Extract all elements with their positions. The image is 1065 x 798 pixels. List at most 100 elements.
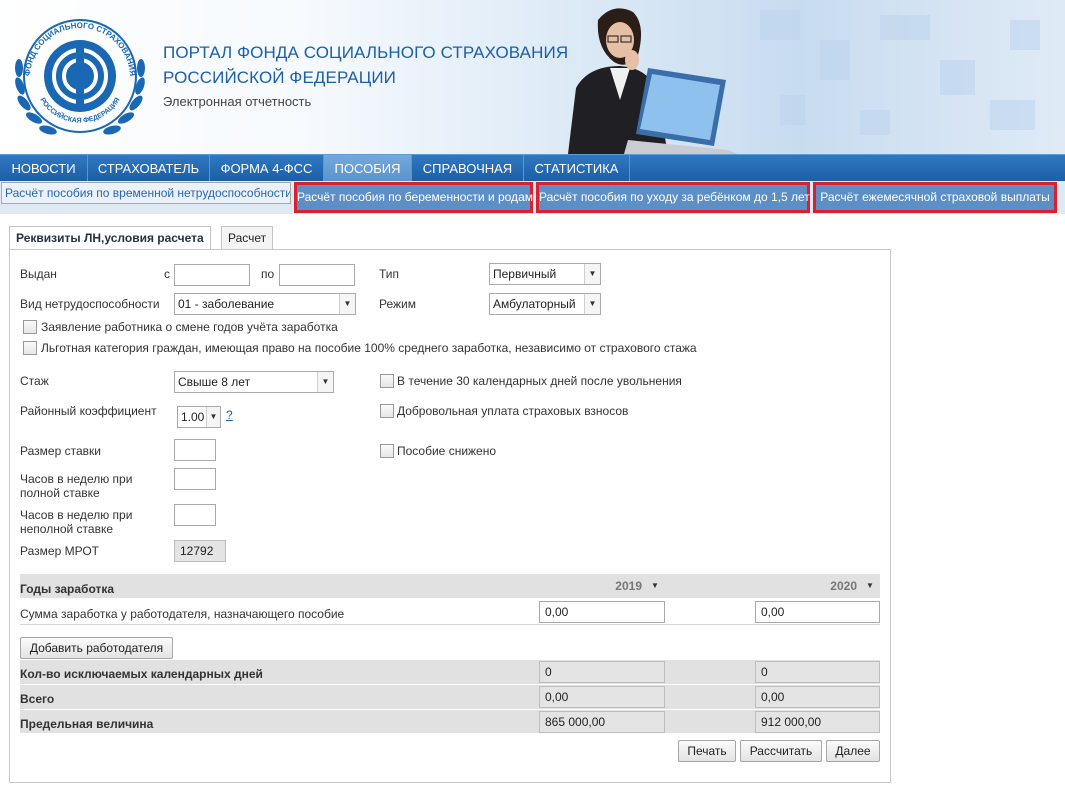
- hours-part-input[interactable]: [174, 504, 216, 526]
- header-decor: [940, 60, 975, 95]
- nav-reference[interactable]: СПРАВОЧНАЯ: [412, 155, 524, 181]
- chevron-down-icon: ▼: [317, 372, 333, 392]
- subtab-childcare[interactable]: Расчёт пособия по уходу за ребёнком до 1…: [536, 182, 810, 213]
- subtab-temporary-disability[interactable]: Расчёт пособия по временной нетрудоспосо…: [1, 182, 291, 204]
- nav-form-4fss[interactable]: ФОРМА 4-ФСС: [210, 155, 324, 181]
- hours-full-label-line2: полной ставке: [20, 486, 100, 500]
- issued-to-input[interactable]: [279, 264, 355, 286]
- subtab-monthly-insurance[interactable]: Расчёт ежемесячной страховой выплаты: [813, 182, 1057, 213]
- portal-title-line1: ПОРТАЛ ФОНДА СОЦИАЛЬНОГО СТРАХОВАНИЯ: [163, 43, 569, 62]
- experience-select[interactable]: Свыше 8 лет ▼: [174, 371, 334, 393]
- district-coef-label: Районный коэффициент: [20, 404, 157, 418]
- district-coef-value: 1.00: [181, 410, 205, 424]
- change-years-label: Заявление работника о смене годов учёта …: [41, 320, 338, 334]
- mrot-value: 12792: [174, 540, 226, 562]
- disability-type-select[interactable]: 01 - заболевание ▼: [174, 293, 356, 315]
- main-nav: НОВОСТИ СТРАХОВАТЕЛЬ ФОРМА 4-ФСС ПОСОБИЯ…: [0, 154, 1065, 181]
- excluded-days-2019: 0: [539, 661, 665, 683]
- header-decor: [990, 100, 1035, 130]
- subtab-pregnancy[interactable]: Расчёт пособия по беременности и родам: [294, 182, 533, 213]
- tab-calculation[interactable]: Расчет: [221, 226, 274, 250]
- mode-select-value: Амбулаторный: [493, 297, 576, 311]
- privileged-category-checkbox[interactable]: [23, 341, 37, 355]
- issued-from-input[interactable]: [174, 264, 250, 286]
- earnings-sum-2020-input[interactable]: 0,00: [755, 601, 880, 623]
- mrot-label: Размер МРОТ: [20, 544, 99, 558]
- hero-woman-laptop-image: [568, 8, 738, 154]
- issued-label: Выдан: [20, 267, 57, 281]
- hours-part-label: Часов в неделю при неполной ставке: [20, 508, 132, 536]
- limit-2019: 865 000,00: [539, 711, 665, 733]
- divider: [20, 684, 880, 685]
- issued-from-label: с: [164, 267, 170, 281]
- hours-full-input[interactable]: [174, 468, 216, 490]
- nav-benefits[interactable]: ПОСОБИЯ: [324, 155, 412, 181]
- divider: [20, 624, 880, 625]
- fss-logo: ФОНД СОЦИАЛЬНОГО СТРАХОВАНИЯ РОССИЙСКАЯ …: [15, 19, 145, 135]
- earnings-sum-2019-input[interactable]: 0,00: [539, 601, 665, 623]
- nav-news[interactable]: НОВОСТИ: [0, 155, 88, 181]
- portal-header: ФОНД СОЦИАЛЬНОГО СТРАХОВАНИЯ РОССИЙСКАЯ …: [0, 0, 1065, 154]
- mode-label: Режим: [379, 297, 416, 311]
- year2-value: 2020: [830, 579, 857, 593]
- tab-requisites[interactable]: Реквизиты ЛН,условия расчета: [9, 226, 211, 251]
- year1-value: 2019: [615, 579, 642, 593]
- limit-2020: 912 000,00: [755, 711, 880, 733]
- excluded-days-label: Кол-во исключаемых календарных дней: [20, 667, 263, 681]
- chevron-down-icon: ▼: [339, 294, 355, 314]
- hours-full-label-line1: Часов в неделю при: [20, 472, 133, 486]
- nav-insurer[interactable]: СТРАХОВАТЕЛЬ: [88, 155, 210, 181]
- experience-label: Стаж: [20, 374, 49, 388]
- next-button[interactable]: Далее: [826, 740, 880, 762]
- total-label: Всего: [20, 692, 55, 706]
- district-coef-select[interactable]: 1.00 ▼: [177, 406, 221, 428]
- portal-subtitle: Электронная отчетность: [163, 94, 312, 109]
- total-2020: 0,00: [755, 686, 880, 708]
- earnings-sum-label: Сумма заработка у работодателя, назначаю…: [20, 607, 345, 621]
- hours-part-label-line1: Часов в неделю при: [20, 508, 133, 522]
- disability-type-label: Вид нетрудоспособности: [20, 297, 160, 311]
- portal-title-line2: РОССИЙСКОЙ ФЕДЕРАЦИИ: [163, 68, 397, 87]
- chevron-down-icon: ▼: [206, 407, 220, 427]
- benefit-reduced-label: Пособие снижено: [397, 444, 497, 458]
- mode-select[interactable]: Амбулаторный ▼: [489, 293, 601, 315]
- rate-input[interactable]: [174, 439, 216, 461]
- issued-to-label: по: [261, 267, 275, 281]
- earnings-years-band: Годы заработка: [20, 574, 880, 598]
- excluded-days-2020: 0: [755, 661, 880, 683]
- header-decor: [780, 95, 805, 125]
- earnings-years-label: Годы заработка: [20, 582, 115, 596]
- total-2019: 0,00: [539, 686, 665, 708]
- chevron-down-icon: ▼: [651, 581, 659, 590]
- privileged-category-label: Льготная категория граждан, имеющая прав…: [41, 341, 697, 355]
- add-employer-button[interactable]: Добавить работодателя: [20, 637, 173, 659]
- calculate-button[interactable]: Рассчитать: [740, 740, 822, 762]
- district-coef-help-link[interactable]: ?: [226, 408, 233, 422]
- year2-select[interactable]: 2020 ▼: [825, 576, 879, 596]
- hours-part-label-line2: неполной ставке: [20, 522, 114, 536]
- limit-label: Предельная величина: [20, 717, 154, 731]
- print-button[interactable]: Печать: [678, 740, 736, 762]
- year1-select[interactable]: 2019 ▼: [610, 576, 664, 596]
- nav-statistics[interactable]: СТАТИСТИКА: [524, 155, 630, 181]
- after-dismissal-label: В течение 30 календарных дней после увол…: [397, 374, 682, 388]
- change-years-checkbox[interactable]: [23, 320, 37, 334]
- chevron-down-icon: ▼: [866, 581, 874, 590]
- experience-value: Свыше 8 лет: [178, 375, 251, 389]
- benefit-reduced-checkbox[interactable]: [380, 444, 394, 458]
- header-decor: [1010, 20, 1040, 50]
- type-select[interactable]: Первичный ▼: [489, 263, 601, 285]
- header-decor: [760, 10, 800, 40]
- type-label: Тип: [379, 267, 400, 281]
- rate-label: Размер ставки: [20, 444, 101, 458]
- header-decor: [860, 110, 890, 135]
- header-decor: [880, 15, 930, 40]
- voluntary-payment-checkbox[interactable]: [380, 404, 394, 418]
- voluntary-payment-label: Добровольная уплата страховых взносов: [397, 404, 629, 418]
- disability-type-value: 01 - заболевание: [178, 297, 275, 311]
- after-dismissal-checkbox[interactable]: [380, 374, 394, 388]
- chevron-down-icon: ▼: [584, 294, 600, 314]
- header-decor: [820, 40, 850, 80]
- portal-title: ПОРТАЛ ФОНДА СОЦИАЛЬНОГО СТРАХОВАНИЯ РОС…: [163, 40, 568, 90]
- divider: [20, 709, 880, 710]
